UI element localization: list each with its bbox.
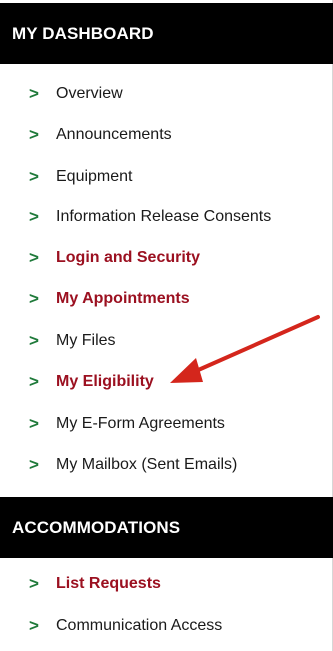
arrow-pointer-icon bbox=[170, 315, 320, 383]
